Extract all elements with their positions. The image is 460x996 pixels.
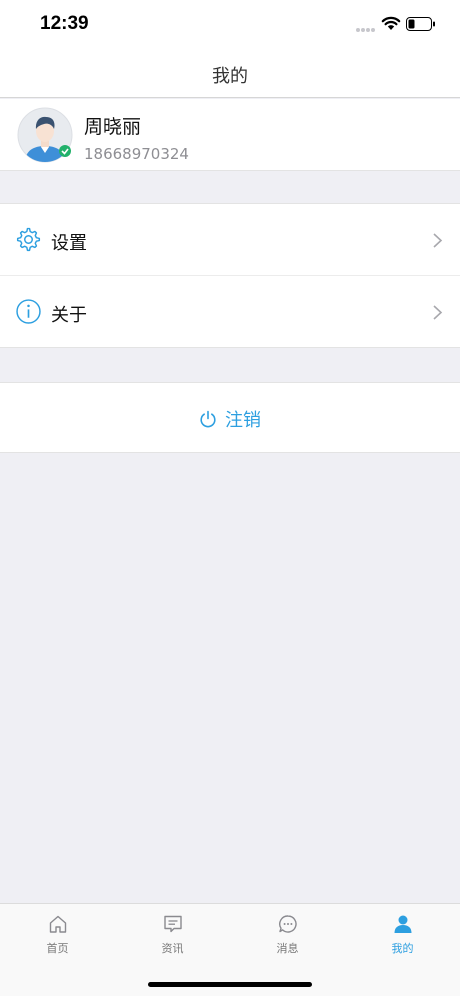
news-icon [163,915,182,933]
chevron-right-icon [433,305,443,320]
status-bar: 12:39 [0,0,460,52]
logout-label: 注销 [225,410,261,431]
home-indicator [148,982,312,987]
menu-item-about[interactable]: 关于 [0,276,460,348]
battery-icon [406,17,435,31]
page-title: 我的 [212,66,248,87]
logout-button[interactable]: 注销 [0,382,460,453]
user-phone: 18668970324 [84,145,189,163]
avatar [17,107,73,163]
settings-menu: 设置 关于 [0,203,460,348]
tab-label: 首页 [46,942,69,955]
info-icon [16,299,41,324]
tab-label: 我的 [391,942,414,955]
menu-item-label: 设置 [51,233,87,254]
navigation-bar: 我的 [0,52,460,98]
menu-item-label: 关于 [51,305,87,326]
tab-messages[interactable]: 消息 [230,904,345,964]
chevron-right-icon [433,233,443,248]
menu-item-settings[interactable]: 设置 [0,204,460,276]
profile-card[interactable]: 周晓丽 18668970324 [0,99,460,171]
tab-home[interactable]: 首页 [0,904,115,964]
home-icon [49,915,66,933]
user-icon [394,915,411,933]
gear-icon [16,227,41,252]
message-icon [278,915,297,933]
user-name: 周晓丽 [84,116,142,138]
tab-mine[interactable]: 我的 [345,904,460,964]
tab-label: 资讯 [161,942,184,955]
tab-news[interactable]: 资讯 [115,904,230,964]
tab-label: 消息 [276,942,299,955]
signal-icon [356,28,375,32]
logout-content: 注销 [199,406,261,432]
status-time: 12:39 [40,13,89,34]
tab-bar: 首页 资讯 消息 我的 [0,903,460,996]
power-icon [200,410,216,428]
wifi-icon [381,16,401,30]
